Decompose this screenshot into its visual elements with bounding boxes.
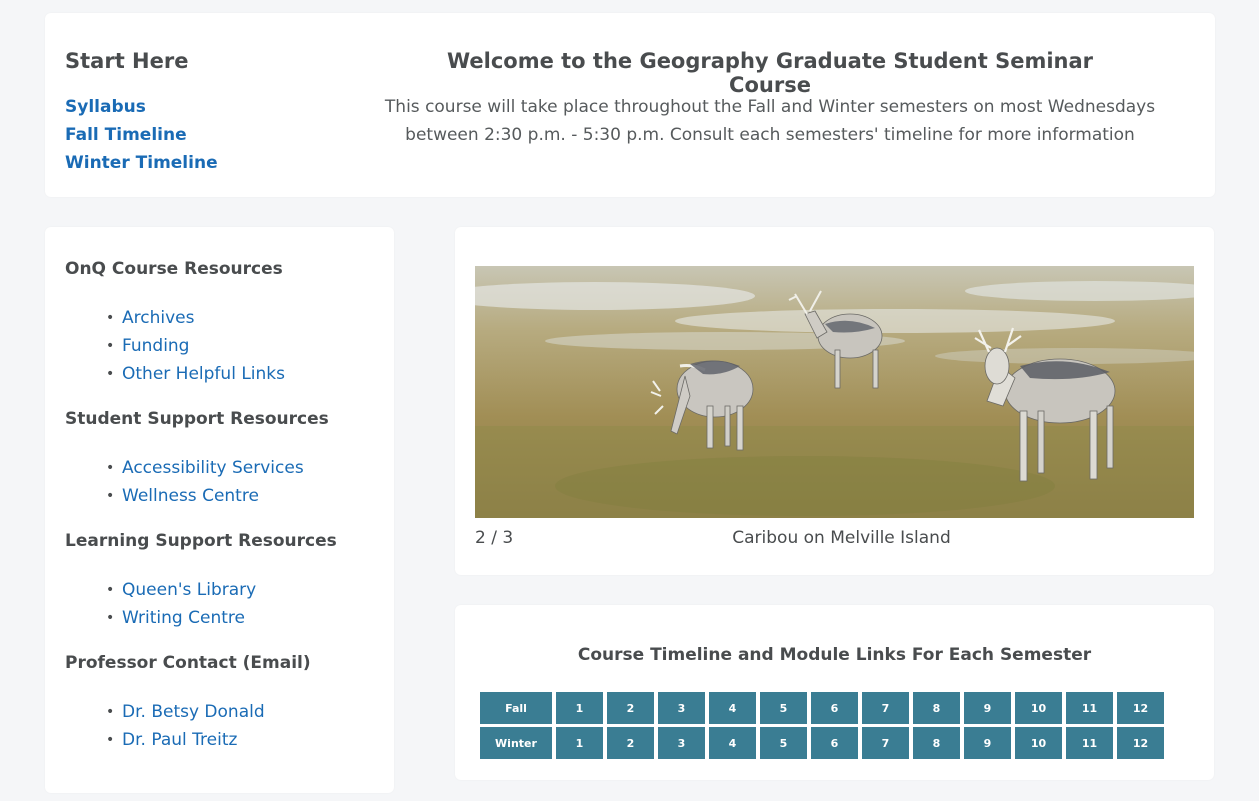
winter-module-11-button[interactable]: 11 [1066, 727, 1113, 759]
bullet-icon: • [106, 704, 115, 720]
table-row: Winter 1 2 3 4 5 6 7 8 9 10 11 12 [480, 727, 1164, 759]
winter-module-4-button[interactable]: 4 [709, 727, 756, 759]
image-caption: Caribou on Melville Island [732, 528, 951, 548]
funding-link[interactable]: Funding [122, 336, 189, 356]
winter-module-2-button[interactable]: 2 [607, 727, 654, 759]
winter-module-3-button[interactable]: 3 [658, 727, 705, 759]
archives-link[interactable]: Archives [122, 308, 194, 328]
fall-module-1-button[interactable]: 1 [556, 692, 603, 724]
winter-module-12-button[interactable]: 12 [1117, 727, 1164, 759]
bullet-icon: • [106, 338, 115, 354]
fall-module-4-button[interactable]: 4 [709, 692, 756, 724]
bullet-icon: • [106, 488, 115, 504]
list-item: • Other Helpful Links [102, 360, 285, 388]
fall-module-8-button[interactable]: 8 [913, 692, 960, 724]
list-item: • Dr. Betsy Donald [102, 698, 311, 726]
professor-contact-section: Professor Contact (Email) • Dr. Betsy Don… [65, 651, 311, 754]
bullet-icon: • [106, 610, 115, 626]
queens-library-link[interactable]: Queen's Library [122, 580, 256, 600]
writing-centre-link[interactable]: Writing Centre [122, 608, 245, 628]
list-item: • Dr. Paul Treitz [102, 726, 311, 754]
fall-semester-button[interactable]: Fall [480, 692, 552, 724]
list-item: • Funding [102, 332, 285, 360]
bullet-icon: • [106, 582, 115, 598]
bullet-icon: • [106, 366, 115, 382]
resource-list: • Queen's Library • Writing Centre [102, 576, 337, 632]
winter-module-8-button[interactable]: 8 [913, 727, 960, 759]
section-heading: Learning Support Resources [65, 531, 337, 551]
fall-module-11-button[interactable]: 11 [1066, 692, 1113, 724]
section-heading: Student Support Resources [65, 409, 329, 429]
syllabus-link[interactable]: Syllabus [65, 93, 218, 121]
caribou-image [475, 266, 1194, 518]
welcome-line-2: between 2:30 p.m. - 5:30 p.m. Consult ea… [405, 125, 1135, 145]
winter-module-10-button[interactable]: 10 [1015, 727, 1062, 759]
welcome-card: Start Here Syllabus Fall Timeline Winter… [45, 13, 1215, 197]
fall-module-10-button[interactable]: 10 [1015, 692, 1062, 724]
image-carousel-card: 2 / 3 Caribou on Melville Island [455, 227, 1214, 575]
caribou-photo[interactable] [475, 266, 1194, 518]
fall-module-9-button[interactable]: 9 [964, 692, 1011, 724]
timeline-card: Course Timeline and Module Links For Eac… [455, 605, 1214, 780]
list-item: • Archives [102, 304, 285, 332]
winter-module-6-button[interactable]: 6 [811, 727, 858, 759]
fall-module-2-button[interactable]: 2 [607, 692, 654, 724]
fall-module-5-button[interactable]: 5 [760, 692, 807, 724]
other-helpful-links-link[interactable]: Other Helpful Links [122, 364, 285, 384]
winter-module-9-button[interactable]: 9 [964, 727, 1011, 759]
onq-resources-section: OnQ Course Resources • Archives • Funding … [65, 257, 285, 388]
welcome-line-1: This course will take place throughout t… [384, 97, 1156, 117]
paul-treitz-email-link[interactable]: Dr. Paul Treitz [122, 730, 237, 750]
start-here-links: Syllabus Fall Timeline Winter Timeline [65, 93, 218, 177]
start-here-heading: Start Here [65, 49, 189, 73]
fall-module-6-button[interactable]: 6 [811, 692, 858, 724]
bullet-icon: • [106, 310, 115, 326]
fall-timeline-link[interactable]: Fall Timeline [65, 121, 218, 149]
timeline-title: Course Timeline and Module Links For Eac… [577, 645, 1092, 665]
welcome-title: Welcome to the Geography Graduate Studen… [446, 49, 1094, 97]
list-item: • Accessibility Services [102, 454, 329, 482]
betsy-donald-email-link[interactable]: Dr. Betsy Donald [122, 702, 265, 722]
resource-list: • Accessibility Services • Wellness Centre [102, 454, 329, 510]
winter-module-1-button[interactable]: 1 [556, 727, 603, 759]
resource-list: • Archives • Funding • Other Helpful Links [102, 304, 285, 388]
winter-timeline-link[interactable]: Winter Timeline [65, 149, 218, 177]
list-item: • Writing Centre [102, 604, 337, 632]
resources-card: OnQ Course Resources • Archives • Funding … [45, 227, 394, 793]
wellness-centre-link[interactable]: Wellness Centre [122, 486, 259, 506]
fall-module-7-button[interactable]: 7 [862, 692, 909, 724]
section-heading: OnQ Course Resources [65, 259, 283, 279]
learning-support-section: Learning Support Resources • Queen's Libr… [65, 529, 337, 632]
fall-module-12-button[interactable]: 12 [1117, 692, 1164, 724]
winter-module-5-button[interactable]: 5 [760, 727, 807, 759]
resource-list: • Dr. Betsy Donald • Dr. Paul Treitz [102, 698, 311, 754]
timeline-table: Fall 1 2 3 4 5 6 7 8 9 10 11 12 Winter 1… [476, 689, 1168, 762]
accessibility-services-link[interactable]: Accessibility Services [122, 458, 304, 478]
fall-module-3-button[interactable]: 3 [658, 692, 705, 724]
winter-module-7-button[interactable]: 7 [862, 727, 909, 759]
table-row: Fall 1 2 3 4 5 6 7 8 9 10 11 12 [480, 692, 1164, 724]
list-item: • Queen's Library [102, 576, 337, 604]
list-item: • Wellness Centre [102, 482, 329, 510]
bullet-icon: • [106, 732, 115, 748]
bullet-icon: • [106, 460, 115, 476]
winter-semester-button[interactable]: Winter [480, 727, 552, 759]
student-support-section: Student Support Resources • Accessibility… [65, 407, 329, 510]
section-heading: Professor Contact (Email) [65, 653, 311, 673]
welcome-description: This course will take place throughout t… [371, 93, 1169, 149]
